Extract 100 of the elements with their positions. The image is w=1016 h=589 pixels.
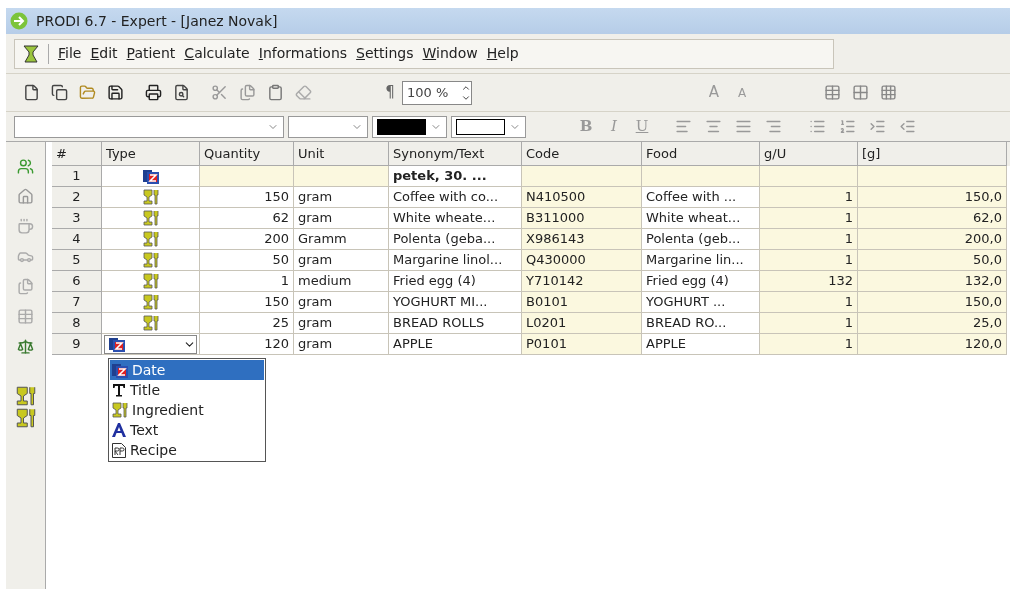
goblet-fork-icon <box>142 294 159 310</box>
open-icon <box>78 84 96 101</box>
dropdown-option[interactable]: Recipe <box>110 440 264 460</box>
table-cell: Fried egg (4) <box>389 271 522 292</box>
new-icon <box>22 84 40 101</box>
table-cell: 150,0 <box>858 292 1007 313</box>
goblet-fork-icon <box>15 386 36 406</box>
menu-item[interactable]: Help <box>486 43 519 64</box>
menu-item[interactable]: File <box>58 43 82 64</box>
row-number: 6 <box>52 271 102 292</box>
zoom-field[interactable]: 100 % <box>402 80 472 105</box>
table-cell: YOGHURT ... <box>642 292 760 313</box>
table-cell: gram <box>294 208 389 229</box>
preview-icon <box>172 84 190 101</box>
table-cell: YOGHURT MI... <box>389 292 522 313</box>
menu-item[interactable]: Patient <box>126 43 176 64</box>
table-cell: medium <box>294 271 389 292</box>
table-cell: gram <box>294 250 389 271</box>
table-cell: 150 <box>200 187 294 208</box>
table-cell: B0101 <box>522 292 642 313</box>
table-cell: APPLE <box>642 334 760 355</box>
text-color-picker[interactable] <box>372 115 447 138</box>
goblet-fork-icon <box>142 189 159 205</box>
outline-swatch <box>456 118 506 135</box>
table-cell: 62,0 <box>858 208 1007 229</box>
menu-item[interactable]: Window <box>422 43 478 64</box>
table-cell: 120 <box>200 334 294 355</box>
paste-icon <box>266 84 284 101</box>
indent-icon <box>868 118 886 135</box>
serif-t-icon <box>112 383 126 397</box>
row-number: 3 <box>52 208 102 229</box>
table-icon <box>17 307 34 325</box>
print-icon <box>144 84 162 101</box>
table-cell: X986143 <box>522 229 642 250</box>
table-cell: 1 <box>760 208 858 229</box>
table-cell: B311000 <box>522 208 642 229</box>
eraser-icon <box>294 84 312 101</box>
row-number: 7 <box>52 292 102 313</box>
dropdown-option[interactable]: Date <box>110 360 264 380</box>
menu-item[interactable]: Calculate <box>184 43 250 64</box>
font-select[interactable] <box>14 115 284 138</box>
row-number: 8 <box>52 313 102 334</box>
dropdown-option[interactable]: Title <box>110 380 264 400</box>
goblet-fork-icon <box>142 273 159 289</box>
table-cell: Polenta (geba... <box>389 229 522 250</box>
table-cell: Fried egg (4) <box>642 271 760 292</box>
row-number: 9 <box>52 334 102 355</box>
table-cell: 1 <box>760 250 858 271</box>
pilcrow-button[interactable]: ¶ <box>380 81 400 104</box>
bullet-list-icon <box>808 118 826 135</box>
letter-a-icon <box>112 423 126 437</box>
row-number: 5 <box>52 250 102 271</box>
table-cell: 1 <box>760 229 858 250</box>
type-select[interactable] <box>104 334 197 354</box>
dropdown-option[interactable]: Text <box>110 420 264 440</box>
table-cell: 62 <box>200 208 294 229</box>
table-cell: White wheate... <box>389 208 522 229</box>
duplicate-icon <box>238 84 256 101</box>
scale-icon <box>17 337 34 355</box>
align-right-icon <box>764 118 782 135</box>
table-cell: 132 <box>760 271 858 292</box>
table-cell: 150 <box>200 292 294 313</box>
cup-icon <box>17 217 34 235</box>
table-cell: gram <box>294 313 389 334</box>
copy-icon <box>50 84 68 101</box>
table-cell: White wheat... <box>642 208 760 229</box>
table-cell: N410500 <box>522 187 642 208</box>
outdent-icon <box>898 118 916 135</box>
table-cell: gram <box>294 187 389 208</box>
dropdown-option[interactable]: Ingredient <box>110 400 264 420</box>
filled-swatch <box>377 118 427 135</box>
table-cell: 132,0 <box>858 271 1007 292</box>
table-cell: 1 <box>760 292 858 313</box>
table-cell: BREAD RO... <box>642 313 760 334</box>
table-cell: Q430000 <box>522 250 642 271</box>
save-icon <box>106 84 124 101</box>
table-cell: 1 <box>760 187 858 208</box>
table-cell: gram <box>294 292 389 313</box>
row-number: 1 <box>52 166 102 187</box>
menu-item[interactable]: Settings <box>356 43 414 64</box>
window-title: PRODI 6.7 - Expert - [Janez Novak] <box>36 11 278 31</box>
table-cell: Polenta (geb... <box>642 229 760 250</box>
background-color-picker[interactable] <box>451 115 526 138</box>
align-center-icon <box>704 118 722 135</box>
numbered-list-icon <box>838 118 856 135</box>
row-number: 2 <box>52 187 102 208</box>
menu-item[interactable]: Edit <box>90 43 118 64</box>
table-cell: 200 <box>200 229 294 250</box>
row-number: 4 <box>52 229 102 250</box>
align-left-icon <box>674 118 692 135</box>
table-cell: Gramm <box>294 229 389 250</box>
goblet-fork-icon <box>15 408 36 428</box>
goblet-fork-icon <box>142 252 159 268</box>
table-cell: 120,0 <box>858 334 1007 355</box>
grid-lines-icon <box>879 84 897 101</box>
cut-icon <box>210 84 228 101</box>
goblet-fork-icon <box>142 231 159 247</box>
table-cell: 50 <box>200 250 294 271</box>
menu-item[interactable]: Informations <box>258 43 348 64</box>
table-cell: Margarine lin... <box>642 250 760 271</box>
